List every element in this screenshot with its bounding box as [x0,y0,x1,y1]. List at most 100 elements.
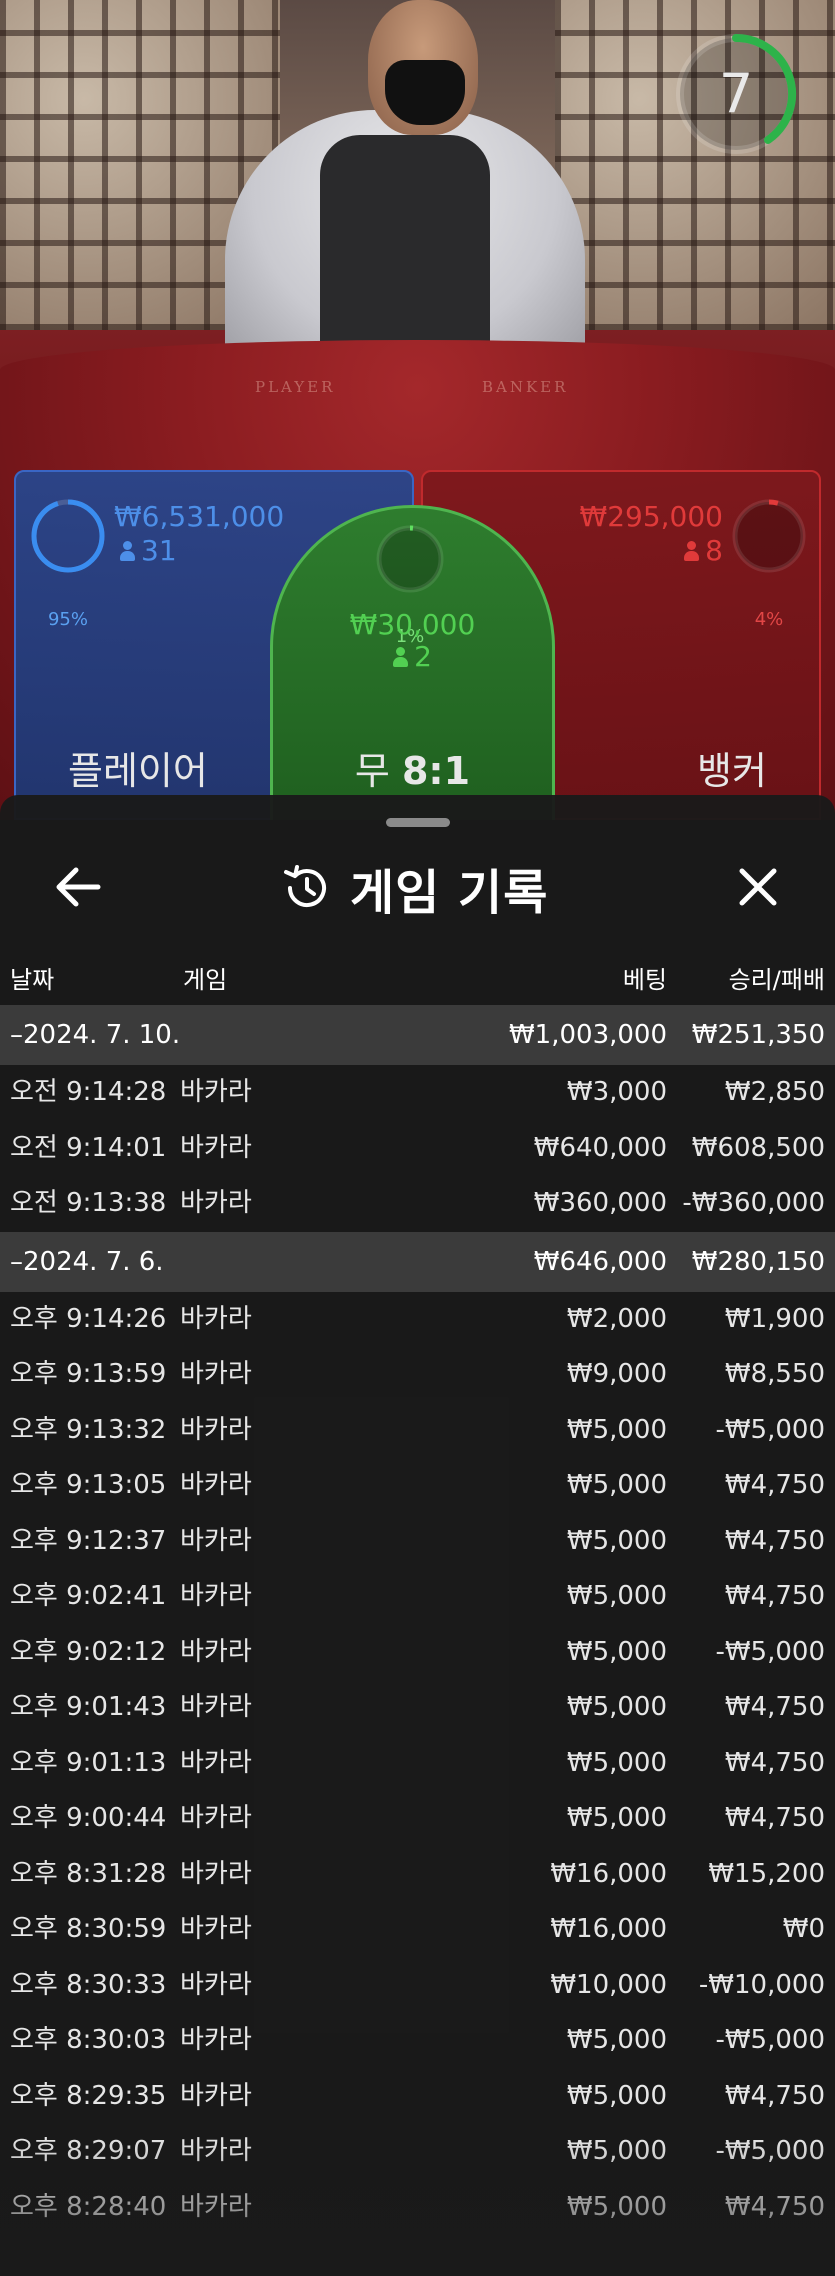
history-row[interactable]: 오후 9:00:44 바카라 ₩5,000 ₩4,750 [0,1791,835,1847]
history-row[interactable]: 오후 8:30:33 바카라 ₩10,000 -₩10,000 [0,1958,835,2014]
time-cell: 오후 8:29:07 [10,2136,167,2166]
time-cell: 오후 9:01:13 [10,1747,167,1778]
bet-cell: ₩5,000 [566,2025,667,2055]
game-cell: 바카라 [180,1914,252,1944]
time-cell: 오후 9:02:12 [10,1636,167,1667]
history-row[interactable]: 오후 9:13:59 바카라 ₩9,000 ₩8,550 [0,1347,835,1403]
felt-banker-text: BANKER [482,378,569,396]
close-icon [739,868,777,906]
arrow-left-icon [56,867,101,907]
history-row[interactable]: 오후 8:29:07 바카라 ₩5,000 -₩5,000 [0,2124,835,2180]
game-cell: 바카라 [180,1803,252,1833]
result-cell: ₩4,750 [724,2080,825,2111]
history-row[interactable]: 오후 9:13:05 바카라 ₩5,000 ₩4,750 [0,1458,835,1514]
result-cell: ₩15,200 [708,1858,825,1889]
result-cell: ₩4,750 [724,1803,825,1833]
time-cell: 오후 9:00:44 [10,1803,167,1833]
result-cell: -₩5,000 [715,1636,825,1667]
history-row[interactable]: 오후 8:30:59 바카라 ₩16,000 ₩0 [0,1902,835,1958]
game-cell: 바카라 [180,1188,252,1218]
history-row[interactable]: 오전 9:14:28 바카라 ₩3,000 ₩2,850 [0,1065,835,1121]
bet-cell: ₩3,000 [566,1077,667,1107]
result-cell: -₩5,000 [715,2025,825,2055]
result-cell: -₩5,000 [715,1414,825,1445]
time-cell: 오후 8:30:03 [10,2025,167,2055]
dealer-mask [385,60,465,125]
history-row[interactable]: 오후 9:01:43 바카라 ₩5,000 ₩4,750 [0,1680,835,1736]
history-row[interactable]: 오후 9:02:41 바카라 ₩5,000 ₩4,750 [0,1569,835,1625]
game-cell: 바카라 [180,1747,252,1778]
history-row[interactable]: 오후 9:02:12 바카라 ₩5,000 -₩5,000 [0,1625,835,1681]
tie-percent-ring: 1% [373,522,447,647]
game-cell: 바카라 [180,1581,252,1611]
game-cell: 바카라 [180,1414,252,1445]
history-row[interactable]: 오후 8:30:03 바카라 ₩5,000 -₩5,000 [0,2013,835,2069]
tie-amount: ₩30,000 [349,608,476,641]
person-icon [393,647,409,667]
result-cell: ₩1,900 [724,1303,825,1334]
column-header-result: 승리/패배 [728,966,825,994]
history-date-row[interactable]: –2024. 7. 10. ₩1,003,000 ₩251,350 [0,1005,835,1065]
tie-bet-spot[interactable]: 1% ₩30,000 2 무 8:1 [270,505,555,820]
time-cell: 오후 9:13:59 [10,1359,167,1389]
tie-label: 무 8:1 [273,740,552,795]
time-cell: 오후 9:14:26 [10,1303,167,1334]
panel-title: 게임 기록 [350,865,549,921]
history-row[interactable]: 오후 9:13:32 바카라 ₩5,000 -₩5,000 [0,1403,835,1459]
result-cell: ₩4,750 [724,1692,825,1722]
game-cell: 바카라 [180,2136,252,2166]
result-cell: ₩2,850 [724,1077,825,1107]
time-cell: 오후 8:30:59 [10,1914,167,1944]
result-cell: ₩4,750 [724,1581,825,1611]
bet-cell: ₩646,000 [533,1246,667,1277]
banker-count: 8 [684,534,723,567]
result-cell: ₩4,750 [724,1747,825,1778]
result-cell: ₩280,150 [691,1246,825,1277]
game-cell: 바카라 [180,2191,252,2222]
history-row[interactable]: 오후 9:12:37 바카라 ₩5,000 ₩4,750 [0,1514,835,1570]
bet-cell: ₩5,000 [566,1636,667,1667]
history-row[interactable]: 오후 8:29:35 바카라 ₩5,000 ₩4,750 [0,2069,835,2125]
history-row[interactable]: 오후 8:31:28 바카라 ₩16,000 ₩15,200 [0,1847,835,1903]
history-date-row[interactable]: –2024. 7. 6. ₩646,000 ₩280,150 [0,1231,835,1292]
history-row[interactable]: 오후 9:14:26 바카라 ₩2,000 ₩1,900 [0,1292,835,1348]
time-cell: 오전 9:14:01 [10,1132,167,1163]
history-row[interactable]: 오전 9:14:01 바카라 ₩640,000 ₩608,500 [0,1121,835,1177]
timer-value: 7 [718,62,754,125]
game-cell: 바카라 [180,1303,252,1334]
banker-label: 뱅커 [697,749,767,793]
time-cell: 오후 9:01:43 [10,1692,167,1722]
live-video: PLAYER BANKER 7 95% ₩6,531,000 31 플레이어 4… [0,0,835,820]
history-icon [284,865,326,908]
bet-cell: ₩5,000 [566,2191,667,2222]
time-cell: 오후 8:29:35 [10,2080,167,2111]
bet-cell: ₩16,000 [550,1858,667,1889]
time-cell: 오후 9:02:41 [10,1581,167,1611]
result-cell: ₩0 [782,1914,825,1944]
history-list[interactable]: –2024. 7. 10. ₩1,003,000 ₩251,350 오전 9:14:2… [0,1005,835,2235]
bet-cell: ₩5,000 [566,1747,667,1778]
history-row[interactable]: 오후 9:01:13 바카라 ₩5,000 ₩4,750 [0,1736,835,1792]
banker-count-value: 8 [705,534,723,567]
close-button[interactable] [728,857,788,917]
bet-cell: ₩360,000 [533,1188,667,1218]
game-cell: 바카라 [180,1525,252,1556]
back-button[interactable] [48,857,108,917]
game-cell: 바카라 [180,1359,252,1389]
bet-cell: ₩5,000 [566,1525,667,1556]
game-cell: 바카라 [180,1132,252,1163]
game-cell: 바카라 [180,1636,252,1667]
result-cell: ₩8,550 [724,1359,825,1389]
time-cell: 오후 8:31:28 [10,1858,167,1889]
tie-count-value: 2 [414,640,432,673]
history-row[interactable]: 오후 8:28:40 바카라 ₩5,000 ₩4,750 [0,2180,835,2236]
history-row[interactable]: 오전 9:13:38 바카라 ₩360,000 -₩360,000 [0,1176,835,1232]
person-icon [120,541,135,561]
result-cell: -₩360,000 [682,1188,825,1218]
game-cell: 바카라 [180,1470,252,1500]
drag-handle[interactable] [386,818,450,827]
person-icon [684,541,700,561]
game-cell: 바카라 [180,1077,252,1107]
tie-label-text: 무 [354,749,390,793]
banker-percent: 4% [754,609,784,630]
